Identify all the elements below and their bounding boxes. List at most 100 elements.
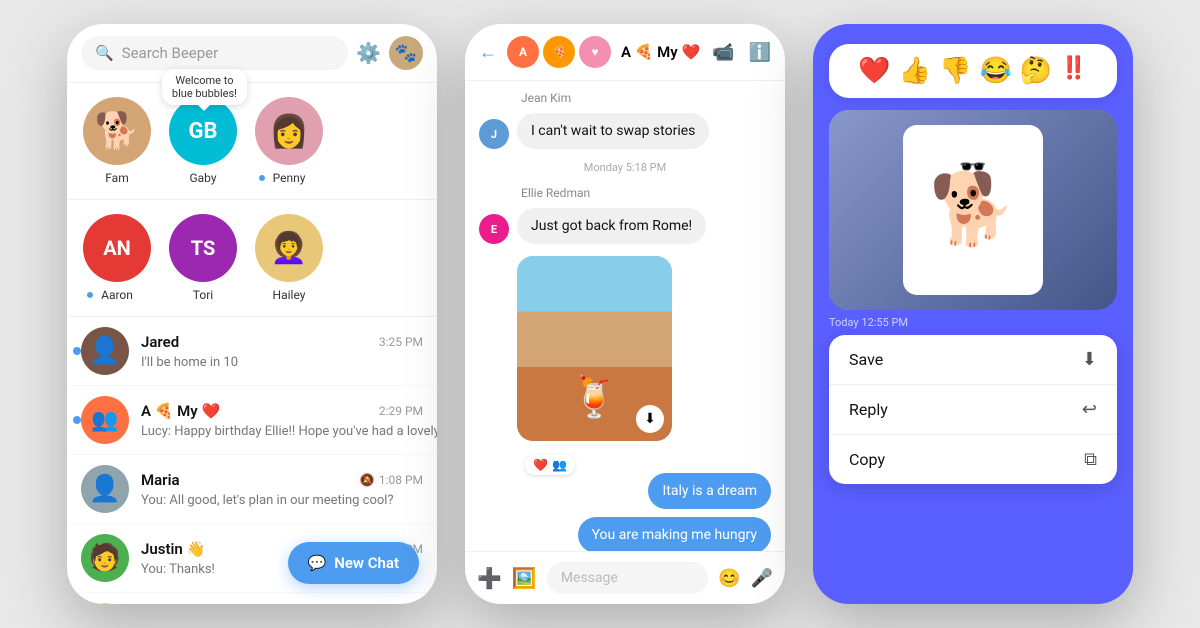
time-separator: Monday 5:18 PM [479, 161, 771, 174]
story-label-tori: Tori [193, 288, 213, 302]
reaction-laugh-btn[interactable]: 😂 [979, 56, 1011, 86]
reaction-faces: 👥 [552, 458, 567, 472]
chat-item-gaby[interactable]: 👧 Gaby Yesterday Awesome. [67, 593, 437, 604]
chat-item-maria[interactable]: 👤 Maria 🔕 1:08 PM You: All good, let's p… [67, 455, 437, 524]
header-avatar-3: ♥ [579, 36, 611, 68]
reaction-exclaim-btn[interactable]: ‼️ [1060, 56, 1087, 86]
video-call-icon[interactable]: 📹 [712, 42, 734, 63]
context-menu: Save ⬇ Reply ↩ Copy ⧉ [829, 335, 1117, 484]
image-icon[interactable]: 🖼️ [512, 566, 537, 590]
story-avatar-fam: 🐕 [83, 97, 151, 165]
chat-preview-jared: I'll be home in 10 [141, 355, 238, 370]
message-input[interactable]: Message [547, 562, 708, 594]
chat-avatar-maria: 👤 [81, 465, 129, 513]
download-icon[interactable]: ⬇ [636, 405, 664, 433]
story-label-fam: Fam [105, 171, 128, 185]
user-avatar-header[interactable]: 🐾 [389, 36, 423, 70]
chat-title: A 🍕 My ❤️ [621, 43, 702, 61]
reaction-thumbsup-btn[interactable]: 👍 [899, 56, 931, 86]
new-chat-button[interactable]: 💬 New Chat [288, 542, 419, 584]
reaction-think-btn[interactable]: 🤔 [1020, 56, 1052, 86]
photo-timestamp: Today 12:55 PM [813, 310, 1133, 335]
search-bar: 🔍 Search Beeper ⚙️ 🐾 [67, 24, 437, 83]
context-reply[interactable]: Reply ↩ [829, 385, 1117, 435]
story-avatar-hailey: 👩‍🦱 [255, 214, 323, 282]
message-jean: J I can't wait to swap stories [479, 113, 771, 149]
plus-icon[interactable]: ➕ [477, 566, 502, 590]
unread-indicator-group [73, 416, 81, 424]
header-avatar-2: 🍕 [543, 36, 575, 68]
search-placeholder: Search Beeper [122, 44, 219, 62]
story-item-penny[interactable]: 👩 Penny [255, 97, 323, 185]
tooltip-welcome: Welcome toblue bubbles! [162, 69, 247, 105]
chat-avatar-gaby-list: 👧 [81, 603, 129, 604]
message-placeholder: Message [561, 570, 618, 586]
chat-item-group[interactable]: 👥 A 🍕 My ❤️ 2:29 PM Lucy: Happy birthday… [67, 386, 437, 455]
bubble-italy: Italy is a dream [648, 473, 771, 509]
dog-photo-card: 🐕 🕶️ [903, 125, 1043, 295]
chat-preview-justin: You: Thanks! [141, 562, 215, 577]
phone-chat-list: 🔍 Search Beeper ⚙️ 🐾 🐕 Fam Welcome toblu… [67, 24, 437, 604]
bubble-ellie-1: Just got back from Rome! [517, 208, 706, 244]
muted-icon: 🔕 [360, 473, 375, 487]
header-avatars: A 🍕 ♥ [507, 36, 611, 68]
photo-message[interactable]: 🍹 ⬇ [517, 256, 672, 441]
chat-name-maria: Maria [141, 471, 180, 489]
copy-icon: ⧉ [1084, 449, 1097, 470]
reaction-heart: ❤️ [533, 458, 548, 472]
new-chat-label: New Chat [334, 554, 399, 572]
chat-name-justin: Justin 👋 [141, 540, 205, 558]
chat-avatar-jared: 👤 [81, 327, 129, 375]
story-item-fam[interactable]: 🐕 Fam [83, 97, 151, 185]
save-icon: ⬇ [1082, 349, 1097, 370]
story-item-tori[interactable]: TS Tori [169, 214, 237, 302]
context-copy[interactable]: Copy ⧉ [829, 435, 1117, 484]
chat-preview-maria: You: All good, let's plan in our meeting… [141, 493, 394, 508]
chat-item-jared[interactable]: 👤 Jared 3:25 PM I'll be home in 10 [67, 317, 437, 386]
sender-name-ellie-1: Ellie Redman [521, 186, 771, 200]
reaction-thumbsdown-btn[interactable]: 👎 [939, 56, 971, 86]
avatar-ellie: E [479, 214, 509, 244]
story-avatar-penny: 👩 [255, 97, 323, 165]
story-item-aaron[interactable]: AN Aaron [83, 214, 151, 302]
header-actions: 📹 ℹ️ [712, 42, 771, 63]
header-avatar-1: A [507, 36, 539, 68]
back-button[interactable]: ← [479, 42, 497, 63]
photo-message-large[interactable]: 🐕 🕶️ [829, 110, 1117, 310]
info-icon[interactable]: ℹ️ [749, 42, 771, 63]
phone-chat-view: ← A 🍕 ♥ A 🍕 My ❤️ 📹 ℹ️ Jean Kim J I can'… [465, 24, 785, 604]
story-item-gaby[interactable]: Welcome toblue bubbles! GB Gaby [169, 97, 237, 185]
gear-icon[interactable]: ⚙️ [356, 41, 381, 65]
mic-icon[interactable]: 🎤 [751, 568, 773, 589]
emoji-icon[interactable]: 😊 [718, 568, 740, 589]
avatar-jean: J [479, 119, 509, 149]
story-avatar-tori: TS [169, 214, 237, 282]
story-label-penny: Penny [273, 171, 306, 185]
phone-context-menu: ❤️ 👍 👎 😂 🤔 ‼️ 🐕 🕶️ Today 12:55 PM [813, 24, 1133, 604]
phones-container: 🔍 Search Beeper ⚙️ 🐾 🐕 Fam Welcome toblu… [67, 24, 1133, 604]
sunglasses-icon: 🕶️ [959, 155, 986, 180]
context-save[interactable]: Save ⬇ [829, 335, 1117, 385]
reaction-heart-btn[interactable]: ❤️ [858, 56, 890, 86]
chat-content-maria: Maria 🔕 1:08 PM You: All good, let's pla… [141, 471, 423, 508]
unread-indicator [73, 347, 81, 355]
message-hungry: You are making me hungry [479, 517, 771, 553]
messages-area: Jean Kim J I can't wait to swap stories … [465, 81, 785, 571]
chat-time-jared: 3:25 PM [379, 335, 423, 349]
story-label-hailey: Hailey [273, 288, 306, 302]
chat-name-group: A 🍕 My ❤️ [141, 402, 220, 420]
message-italy: Italy is a dream [479, 473, 771, 509]
story-label-aaron: Aaron [101, 288, 133, 302]
search-input-wrap[interactable]: 🔍 Search Beeper [81, 36, 348, 70]
chat-content-group: A 🍕 My ❤️ 2:29 PM Lucy: Happy birthday E… [141, 402, 423, 439]
photo-message-container: 🍹 ⬇ ❤️ 👥 [517, 256, 771, 465]
search-icon: 🔍 [95, 44, 114, 62]
story-label-gaby: Gaby [189, 171, 216, 185]
online-indicator-penny [257, 173, 267, 183]
story-item-hailey[interactable]: 👩‍🦱 Hailey [255, 214, 323, 302]
phone3-content: ❤️ 👍 👎 😂 🤔 ‼️ 🐕 🕶️ Today 12:55 PM [813, 24, 1133, 604]
chat-avatar-justin: 🧑 [81, 534, 129, 582]
chat-avatar-group: 👥 [81, 396, 129, 444]
reply-label: Reply [849, 400, 888, 419]
chat-header-bar: ← A 🍕 ♥ A 🍕 My ❤️ 📹 ℹ️ [465, 24, 785, 81]
